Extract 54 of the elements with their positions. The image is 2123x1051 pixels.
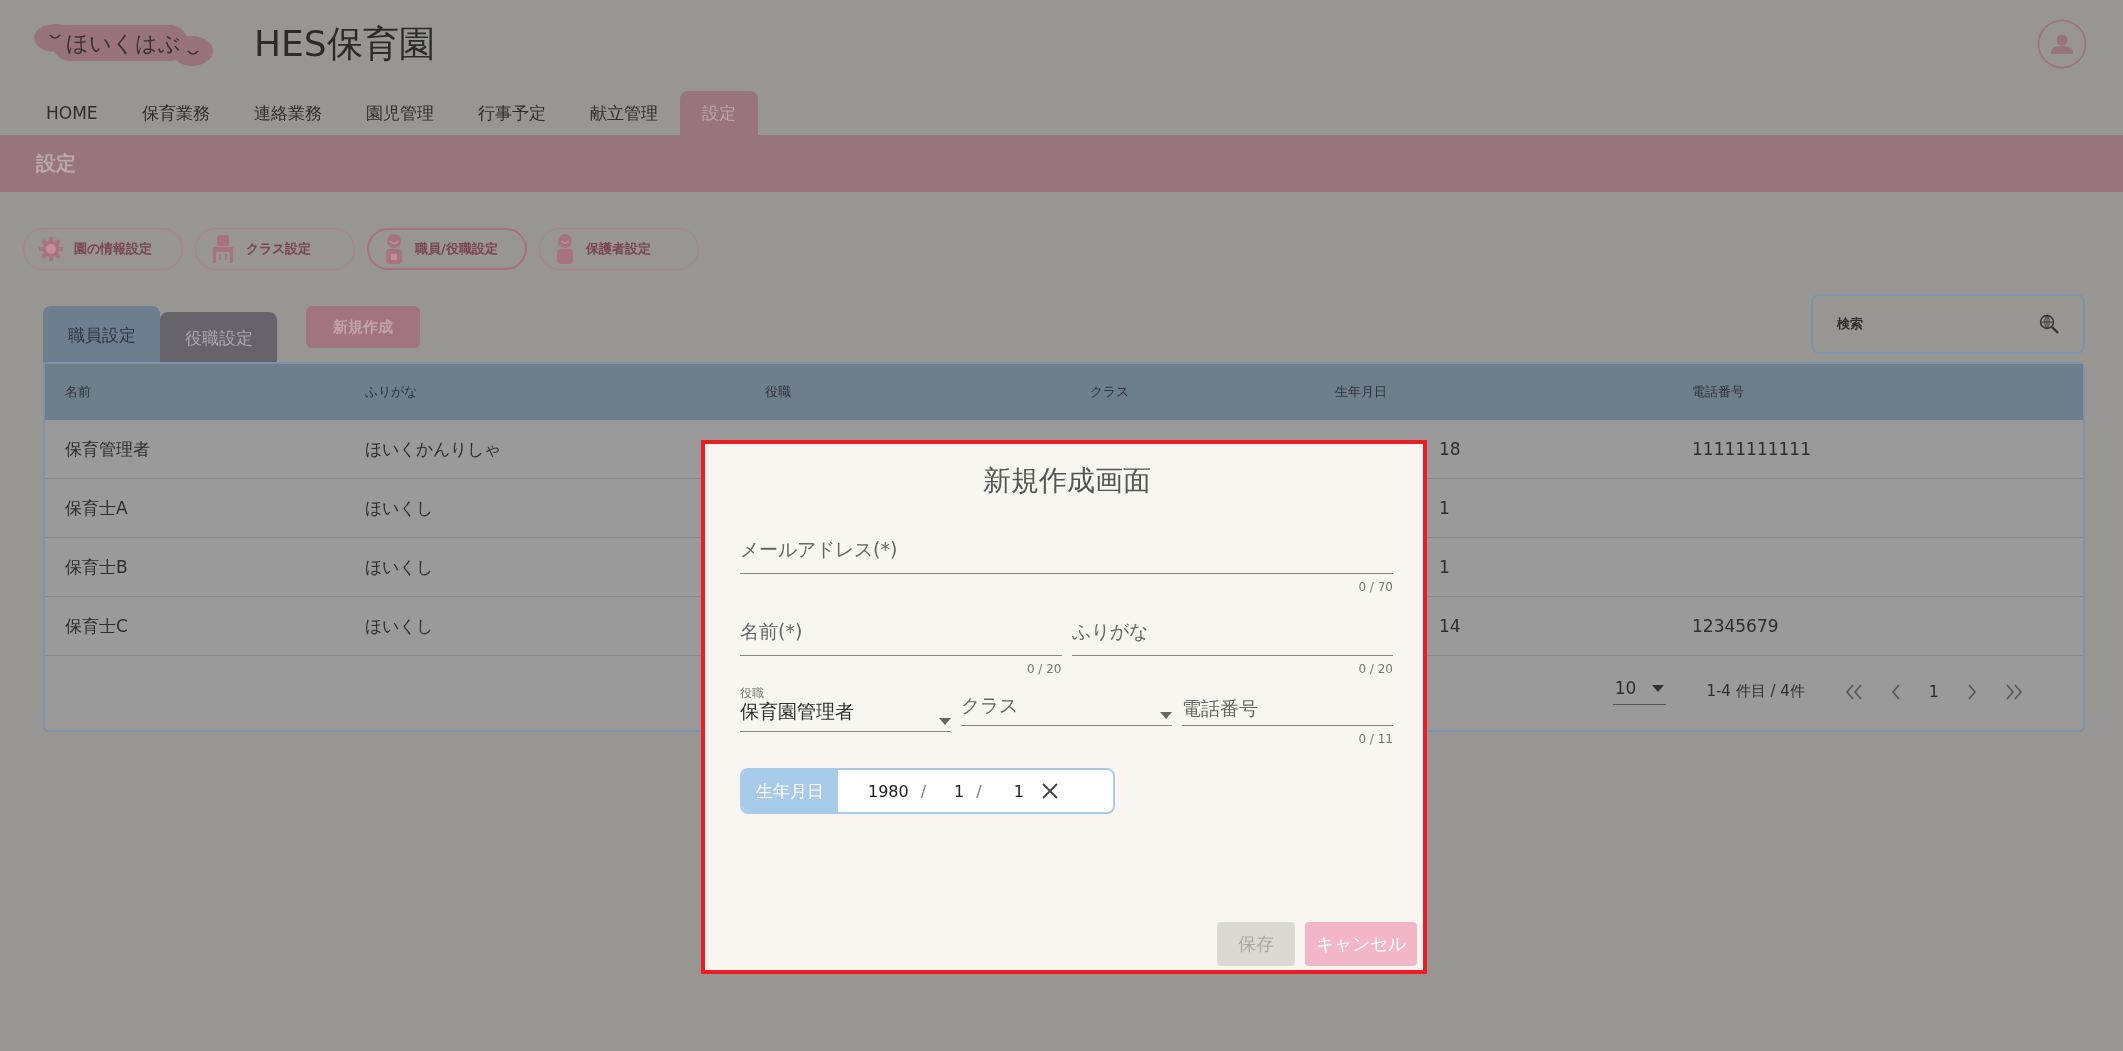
nav-tab[interactable]: 園児管理 — [343, 91, 456, 135]
search-icon — [2039, 314, 2059, 334]
date-field[interactable]: 生年月日 1980 / 1 / 1 — [740, 768, 1115, 814]
text-field[interactable]: メールアドレス(*) — [740, 530, 1393, 574]
character-counter: 0 / 20 — [1357, 662, 1393, 676]
nav-tab[interactable]: 保育業務 — [119, 91, 232, 135]
character-counter: 0 / 70 — [1357, 580, 1393, 594]
page-size-select[interactable]: 10 — [1612, 678, 1667, 705]
person-icon — [383, 233, 405, 265]
nav-tab[interactable]: HOME — [24, 91, 120, 135]
character-counter: 0 / 11 — [1357, 732, 1393, 746]
dropdown-caret-icon — [1160, 712, 1172, 719]
class-select[interactable]: クラス — [961, 696, 1172, 726]
column-header: 役職 — [745, 364, 1070, 420]
column-header: 電話番号 — [1672, 364, 2083, 420]
settings-button[interactable]: 職員/役職設定 — [367, 228, 527, 270]
first-page-icon[interactable] — [1844, 683, 1863, 700]
role-select[interactable]: 保育園管理者 — [740, 702, 951, 732]
table-cell: 保育管理者 — [45, 420, 345, 479]
tab[interactable]: 職員設定 — [43, 306, 160, 362]
text-field[interactable]: 名前(*) — [740, 612, 1062, 656]
clear-icon[interactable] — [1041, 783, 1058, 799]
logo-text: ほいくはぶ — [66, 30, 181, 58]
nav-tab[interactable]: 行事予定 — [455, 91, 568, 135]
character-counter: 0 / 20 — [1025, 662, 1062, 676]
column-header: ふりがな — [345, 364, 745, 420]
tab[interactable]: 役職設定 — [160, 312, 277, 362]
column-header: クラス — [1070, 364, 1315, 420]
user-avatar-icon[interactable] — [2037, 19, 2087, 69]
dropdown-caret-icon — [1652, 684, 1665, 692]
text-field[interactable]: 電話番号 — [1182, 696, 1393, 726]
gear-icon — [38, 236, 64, 262]
column-header: 生年月日 — [1315, 364, 1672, 420]
table-cell: 保育士B — [45, 538, 345, 597]
nav-tab[interactable]: 連絡業務 — [231, 91, 344, 135]
table-cell: 保育士A — [45, 479, 345, 538]
field-label: 役職 — [740, 686, 764, 700]
dialog-title: 新規作成画面 — [982, 463, 1151, 499]
table-cell: 12345679 — [1672, 597, 2083, 656]
next-page-icon[interactable] — [1967, 683, 1977, 700]
page-number[interactable]: 1 — [1928, 682, 1939, 701]
search-field[interactable]: 検索 — [1811, 294, 2085, 354]
site-title: HES保育園 — [254, 21, 435, 66]
person-icon — [554, 233, 576, 265]
page-range-text: 1-4 件目 / 4件 — [1706, 682, 1805, 701]
table-cell: 保育士C — [45, 597, 345, 656]
table-cell: 11111111111 — [1672, 420, 2083, 479]
previous-page-icon[interactable] — [1890, 683, 1901, 700]
column-header: 名前 — [45, 364, 345, 420]
dropdown-caret-icon — [939, 718, 951, 725]
text-field[interactable]: ふりがな — [1071, 612, 1393, 656]
nav-tab[interactable]: 献立管理 — [567, 91, 680, 135]
last-page-icon[interactable] — [2005, 683, 2023, 700]
chair-icon — [210, 234, 236, 264]
